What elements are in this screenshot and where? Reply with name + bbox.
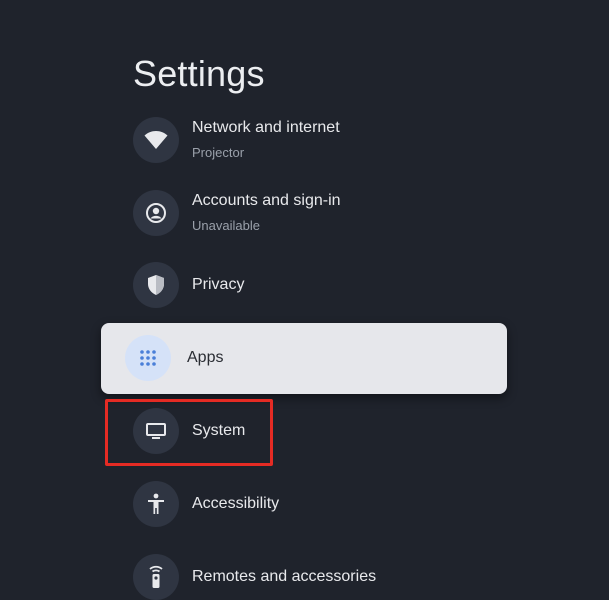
settings-item-label: Apps (187, 349, 224, 366)
settings-item-system[interactable]: System (133, 408, 493, 454)
settings-item-label: System (192, 422, 246, 439)
remote-icon (133, 554, 179, 600)
apps-grid-icon (125, 335, 171, 381)
shield-icon (133, 262, 179, 308)
settings-item-privacy[interactable]: Privacy (133, 262, 493, 308)
wifi-icon (133, 117, 179, 163)
settings-item-accessibility[interactable]: Accessibility (133, 481, 493, 527)
settings-item-sublabel: Unavailable (192, 218, 260, 233)
accessibility-icon (133, 481, 179, 527)
settings-item-label: Network and internet (192, 119, 340, 136)
account-icon (133, 190, 179, 236)
settings-item-label: Accounts and sign-in (192, 192, 341, 209)
settings-item-label: Remotes and accessories (192, 568, 377, 585)
settings-item-sublabel: Projector (192, 145, 245, 160)
page-title: Settings (133, 53, 265, 94)
settings-item-apps[interactable]: Apps (101, 323, 507, 394)
settings-item-accounts[interactable]: Accounts and sign-in Unavailable (133, 190, 493, 236)
tv-icon (133, 408, 179, 454)
settings-item-label: Accessibility (192, 495, 280, 512)
settings-item-remotes[interactable]: Remotes and accessories (133, 554, 493, 600)
settings-item-label: Privacy (192, 276, 245, 293)
settings-item-network[interactable]: Network and internet Projector (133, 117, 493, 163)
